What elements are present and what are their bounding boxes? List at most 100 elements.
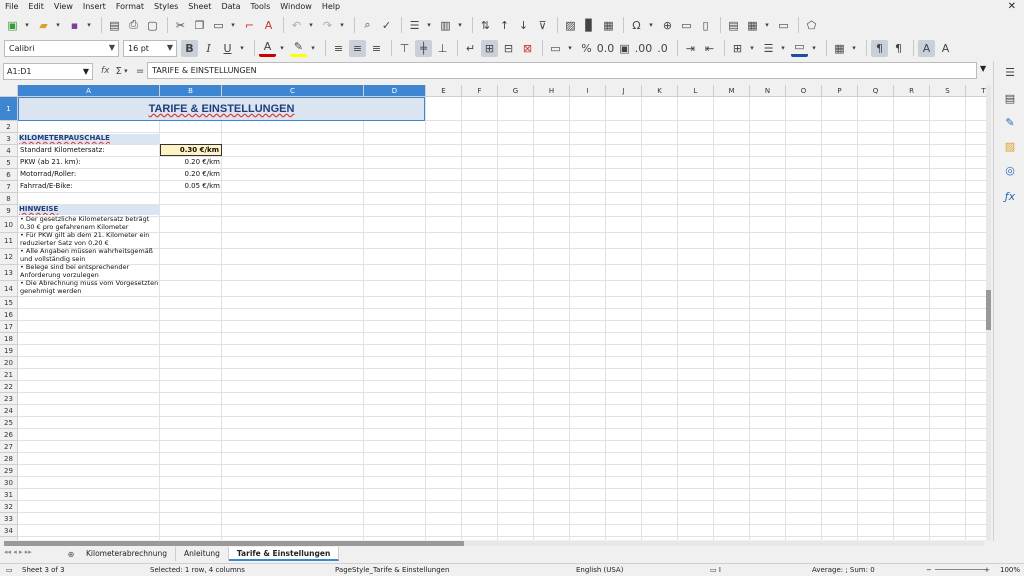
row-header[interactable]: 19	[0, 345, 18, 357]
row-header[interactable]: 25	[0, 417, 18, 429]
chevron-down-icon[interactable]: ▼	[167, 43, 173, 52]
row-header[interactable]: 13	[0, 265, 18, 281]
spelling-icon[interactable]: ✓	[378, 17, 395, 34]
expand-formula-icon[interactable]: ▼	[980, 64, 986, 73]
font-size-combo[interactable]: 16 pt ▼	[123, 39, 177, 57]
bold-icon[interactable]: B	[181, 39, 198, 57]
column-header[interactable]: E	[426, 85, 462, 97]
print-preview-icon[interactable]: ▢	[144, 17, 161, 34]
gallery-icon[interactable]: ▨	[1002, 139, 1018, 155]
insert-image-icon[interactable]: ▨	[562, 17, 579, 34]
find-replace-icon[interactable]: ⌕	[359, 17, 376, 34]
function-wizard-icon[interactable]: fx	[101, 66, 110, 76]
special-character-icon[interactable]: Ω	[628, 17, 645, 34]
chevron-down-icon[interactable]: ▾	[810, 40, 818, 57]
align-right-icon[interactable]: ≡	[368, 40, 385, 57]
column-header[interactable]: Q	[858, 85, 894, 97]
insert-chart-icon[interactable]: ▊	[581, 17, 598, 34]
selection-mode-icon[interactable]: ▭ I	[710, 564, 721, 576]
chevron-down-icon[interactable]: ▼	[109, 43, 115, 52]
number-format-icon[interactable]: 0.0	[597, 40, 615, 57]
menu-window[interactable]: Window	[275, 0, 317, 14]
redo-icon[interactable]: ↷	[319, 17, 336, 34]
zoom-in-icon[interactable]: +	[984, 564, 990, 576]
chevron-down-icon[interactable]: ▾	[456, 17, 464, 34]
sort-ascending-icon[interactable]: ↑	[496, 17, 513, 34]
row-header[interactable]: 8	[0, 193, 18, 205]
menu-view[interactable]: View	[49, 0, 78, 14]
vertical-scrollbar[interactable]	[986, 85, 991, 540]
font-color-icon[interactable]: A	[259, 40, 276, 57]
section-kilometerpauschale[interactable]: KILOMETERPAUSCHALE	[19, 134, 160, 144]
export-pdf-icon[interactable]: ▤	[106, 17, 123, 34]
formula-icon[interactable]: =	[136, 66, 144, 77]
column-header[interactable]: A	[18, 85, 160, 97]
delete-decimal-icon[interactable]: .0	[654, 40, 671, 57]
chevron-down-icon[interactable]: ▾	[763, 17, 771, 34]
rate-value[interactable]: 0.30 €/km	[160, 144, 222, 156]
text-direction-ltr-icon[interactable]: ¶	[871, 39, 888, 57]
chevron-down-icon[interactable]: ▾	[309, 40, 317, 57]
row-header[interactable]: 29	[0, 465, 18, 477]
headers-footers-icon[interactable]: ▯	[697, 17, 714, 34]
rate-value[interactable]: 0.05 €/km	[160, 182, 221, 190]
styles-icon[interactable]: ✎	[1002, 115, 1018, 131]
row-header[interactable]: 30	[0, 477, 18, 489]
column-header[interactable]: P	[822, 85, 858, 97]
menu-file[interactable]: File	[0, 0, 23, 14]
chevron-down-icon[interactable]: ▼	[83, 64, 89, 79]
row-header[interactable]: 2	[0, 121, 18, 133]
new-document-icon[interactable]: ▣	[4, 17, 21, 34]
tab-anleitung[interactable]: Anleitung	[176, 547, 229, 561]
row-header[interactable]: 16	[0, 309, 18, 321]
chevron-down-icon[interactable]: ▾	[23, 17, 31, 34]
formula-input[interactable]: TARIFE & EINSTELLUNGEN	[147, 62, 977, 79]
chevron-down-icon[interactable]: ▾	[278, 40, 286, 57]
row-header[interactable]: 20	[0, 357, 18, 369]
font-name-combo[interactable]: Calibri ▼	[4, 39, 119, 57]
percent-icon[interactable]: %	[578, 40, 595, 57]
sort-icon[interactable]: ⇅	[477, 17, 494, 34]
column-header[interactable]: R	[894, 85, 930, 97]
row-header[interactable]: 11	[0, 233, 18, 249]
column-header[interactable]: C	[222, 85, 364, 97]
align-bottom-icon[interactable]: ⊥	[434, 40, 451, 57]
wrap-text-icon[interactable]: ↵	[462, 40, 479, 57]
note-item[interactable]: • Belege sind bei entsprechender Anforde…	[20, 263, 162, 279]
row-header[interactable]: 26	[0, 429, 18, 441]
chevron-down-icon[interactable]: ▾	[425, 17, 433, 34]
sort-descending-icon[interactable]: ↓	[515, 17, 532, 34]
name-box[interactable]: A1:D1 ▼	[3, 62, 93, 80]
section-hinweise[interactable]: HINWEISE	[19, 205, 160, 215]
italic-icon[interactable]: I	[200, 40, 217, 57]
note-item[interactable]: • Der gesetzliche Kilometersatz beträgt …	[20, 215, 162, 231]
chevron-down-icon[interactable]: ▾	[338, 17, 346, 34]
row-icon[interactable]: ☰	[406, 17, 423, 34]
row-header[interactable]: 22	[0, 381, 18, 393]
border-style-icon[interactable]: ☰	[760, 40, 777, 57]
chevron-down-icon[interactable]: ▾	[850, 40, 858, 57]
define-print-area-icon[interactable]: ▤	[725, 17, 742, 34]
merge-cells-icon[interactable]: ⊟	[500, 40, 517, 57]
hyperlink-icon[interactable]: ⊕	[659, 17, 676, 34]
rate-label[interactable]: PKW (ab 21. km):	[20, 158, 160, 166]
menu-data[interactable]: Data	[216, 0, 245, 14]
decrease-indent-icon[interactable]: ⇤	[701, 40, 718, 57]
tab-navigation-icon[interactable]: ◂◂ ◂ ▸ ▸▸	[4, 548, 64, 560]
merge-center-icon[interactable]: ⊞	[481, 39, 498, 57]
undo-icon[interactable]: ↶	[288, 17, 305, 34]
chevron-down-icon[interactable]: ▾	[229, 17, 237, 34]
row-header[interactable]: 14	[0, 281, 18, 297]
text-direction-rtl-icon[interactable]: ¶	[890, 40, 907, 57]
border-color-icon[interactable]: ▭	[791, 40, 808, 57]
text-horizontal-icon[interactable]: A	[918, 39, 935, 57]
select-all-corner[interactable]	[0, 85, 18, 97]
row-header[interactable]: 4	[0, 145, 18, 157]
chevron-down-icon[interactable]: ▾	[748, 40, 756, 57]
row-header[interactable]: 28	[0, 453, 18, 465]
align-center-icon[interactable]: ≡	[349, 39, 366, 57]
text-vertical-icon[interactable]: A	[937, 40, 954, 57]
print-icon[interactable]: ⎙	[125, 17, 142, 34]
column-header[interactable]: D	[364, 85, 426, 97]
menu-help[interactable]: Help	[317, 0, 345, 14]
